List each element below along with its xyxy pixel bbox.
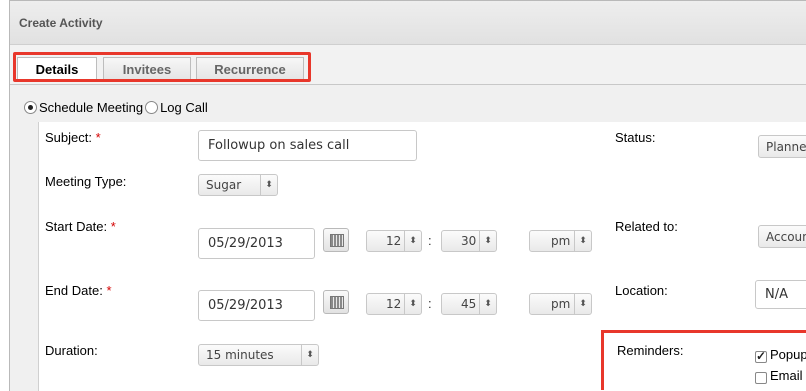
status-select[interactable]: Planned [758,135,806,158]
tabs-highlight-annotation [13,52,311,82]
start-hour-select[interactable]: 12 ⬍ [366,230,422,252]
duration-value: 15 minutes [206,348,274,362]
start-minute-value: 30 [461,234,477,248]
duration-arrows-icon: ⬍ [301,345,318,365]
meeting-type-arrows-icon: ⬍ [260,175,277,195]
end-time-separator: : [428,296,432,311]
meeting-type-select[interactable]: Sugar ⬍ [198,174,278,196]
end-hour-arrows-icon: ⬍ [404,294,421,314]
status-label: Status: [615,130,656,145]
start-hour-value: 12 [386,234,402,248]
start-time-separator: : [428,233,432,248]
related-to-label: Related to: [615,219,678,234]
start-date-calendar-icon[interactable] [323,228,349,252]
end-minute-value: 45 [461,297,477,311]
related-to-select[interactable]: Account [758,225,806,248]
start-date-label: Start Date: * [45,219,116,234]
create-activity-panel: Create Activity Details Invitees Recurre… [9,0,806,391]
duration-label: Duration: [45,343,98,358]
location-label: Location: [615,283,668,298]
start-hour-arrows-icon: ⬍ [404,231,421,251]
panel-header: Create Activity [10,1,806,45]
meeting-type-label: Meeting Type: [45,174,127,189]
required-marker: * [95,130,101,145]
end-date-input[interactable]: 05/29/2013 [198,290,315,321]
schedule-meeting-radio[interactable] [24,101,37,114]
log-call-label[interactable]: Log Call [160,100,208,115]
end-ampm-arrows-icon: ⬍ [574,294,591,314]
panel-title: Create Activity [19,16,103,30]
start-date-input[interactable]: 05/29/2013 [198,228,315,259]
subject-label: Subject: * [45,130,101,145]
end-ampm-value: pm [551,297,571,311]
subject-input[interactable]: Followup on sales call [198,130,417,161]
location-input[interactable]: N/A [755,280,806,309]
end-date-label-text: End Date: [45,283,103,298]
required-marker: * [106,283,112,298]
related-to-value: Account [766,229,806,244]
meeting-type-value: Sugar [206,178,242,192]
status-value: Planned [766,139,806,154]
end-minute-arrows-icon: ⬍ [479,294,496,314]
start-ampm-select[interactable]: pm ⬍ [529,230,592,252]
end-date-label: End Date: * [45,283,112,298]
log-call-radio[interactable] [145,101,159,114]
end-hour-value: 12 [386,297,402,311]
tab-bar: Details Invitees Recurrence [10,45,806,85]
activity-mode-selector: Schedule Meeting Log Call [24,100,208,115]
reminders-highlight-annotation [601,330,806,390]
start-date-label-text: Start Date: [45,219,108,234]
start-minute-arrows-icon: ⬍ [479,231,496,251]
end-ampm-select[interactable]: pm ⬍ [529,293,592,315]
start-ampm-value: pm [551,234,571,248]
start-minute-select[interactable]: 30 ⬍ [441,230,497,252]
end-hour-select[interactable]: 12 ⬍ [366,293,422,315]
subject-label-text: Subject: [45,130,92,145]
schedule-meeting-label[interactable]: Schedule Meeting [39,100,143,115]
start-ampm-arrows-icon: ⬍ [574,231,591,251]
required-marker: * [110,219,116,234]
duration-select[interactable]: 15 minutes ⬍ [198,344,319,366]
end-minute-select[interactable]: 45 ⬍ [441,293,497,315]
end-date-calendar-icon[interactable] [323,290,349,314]
